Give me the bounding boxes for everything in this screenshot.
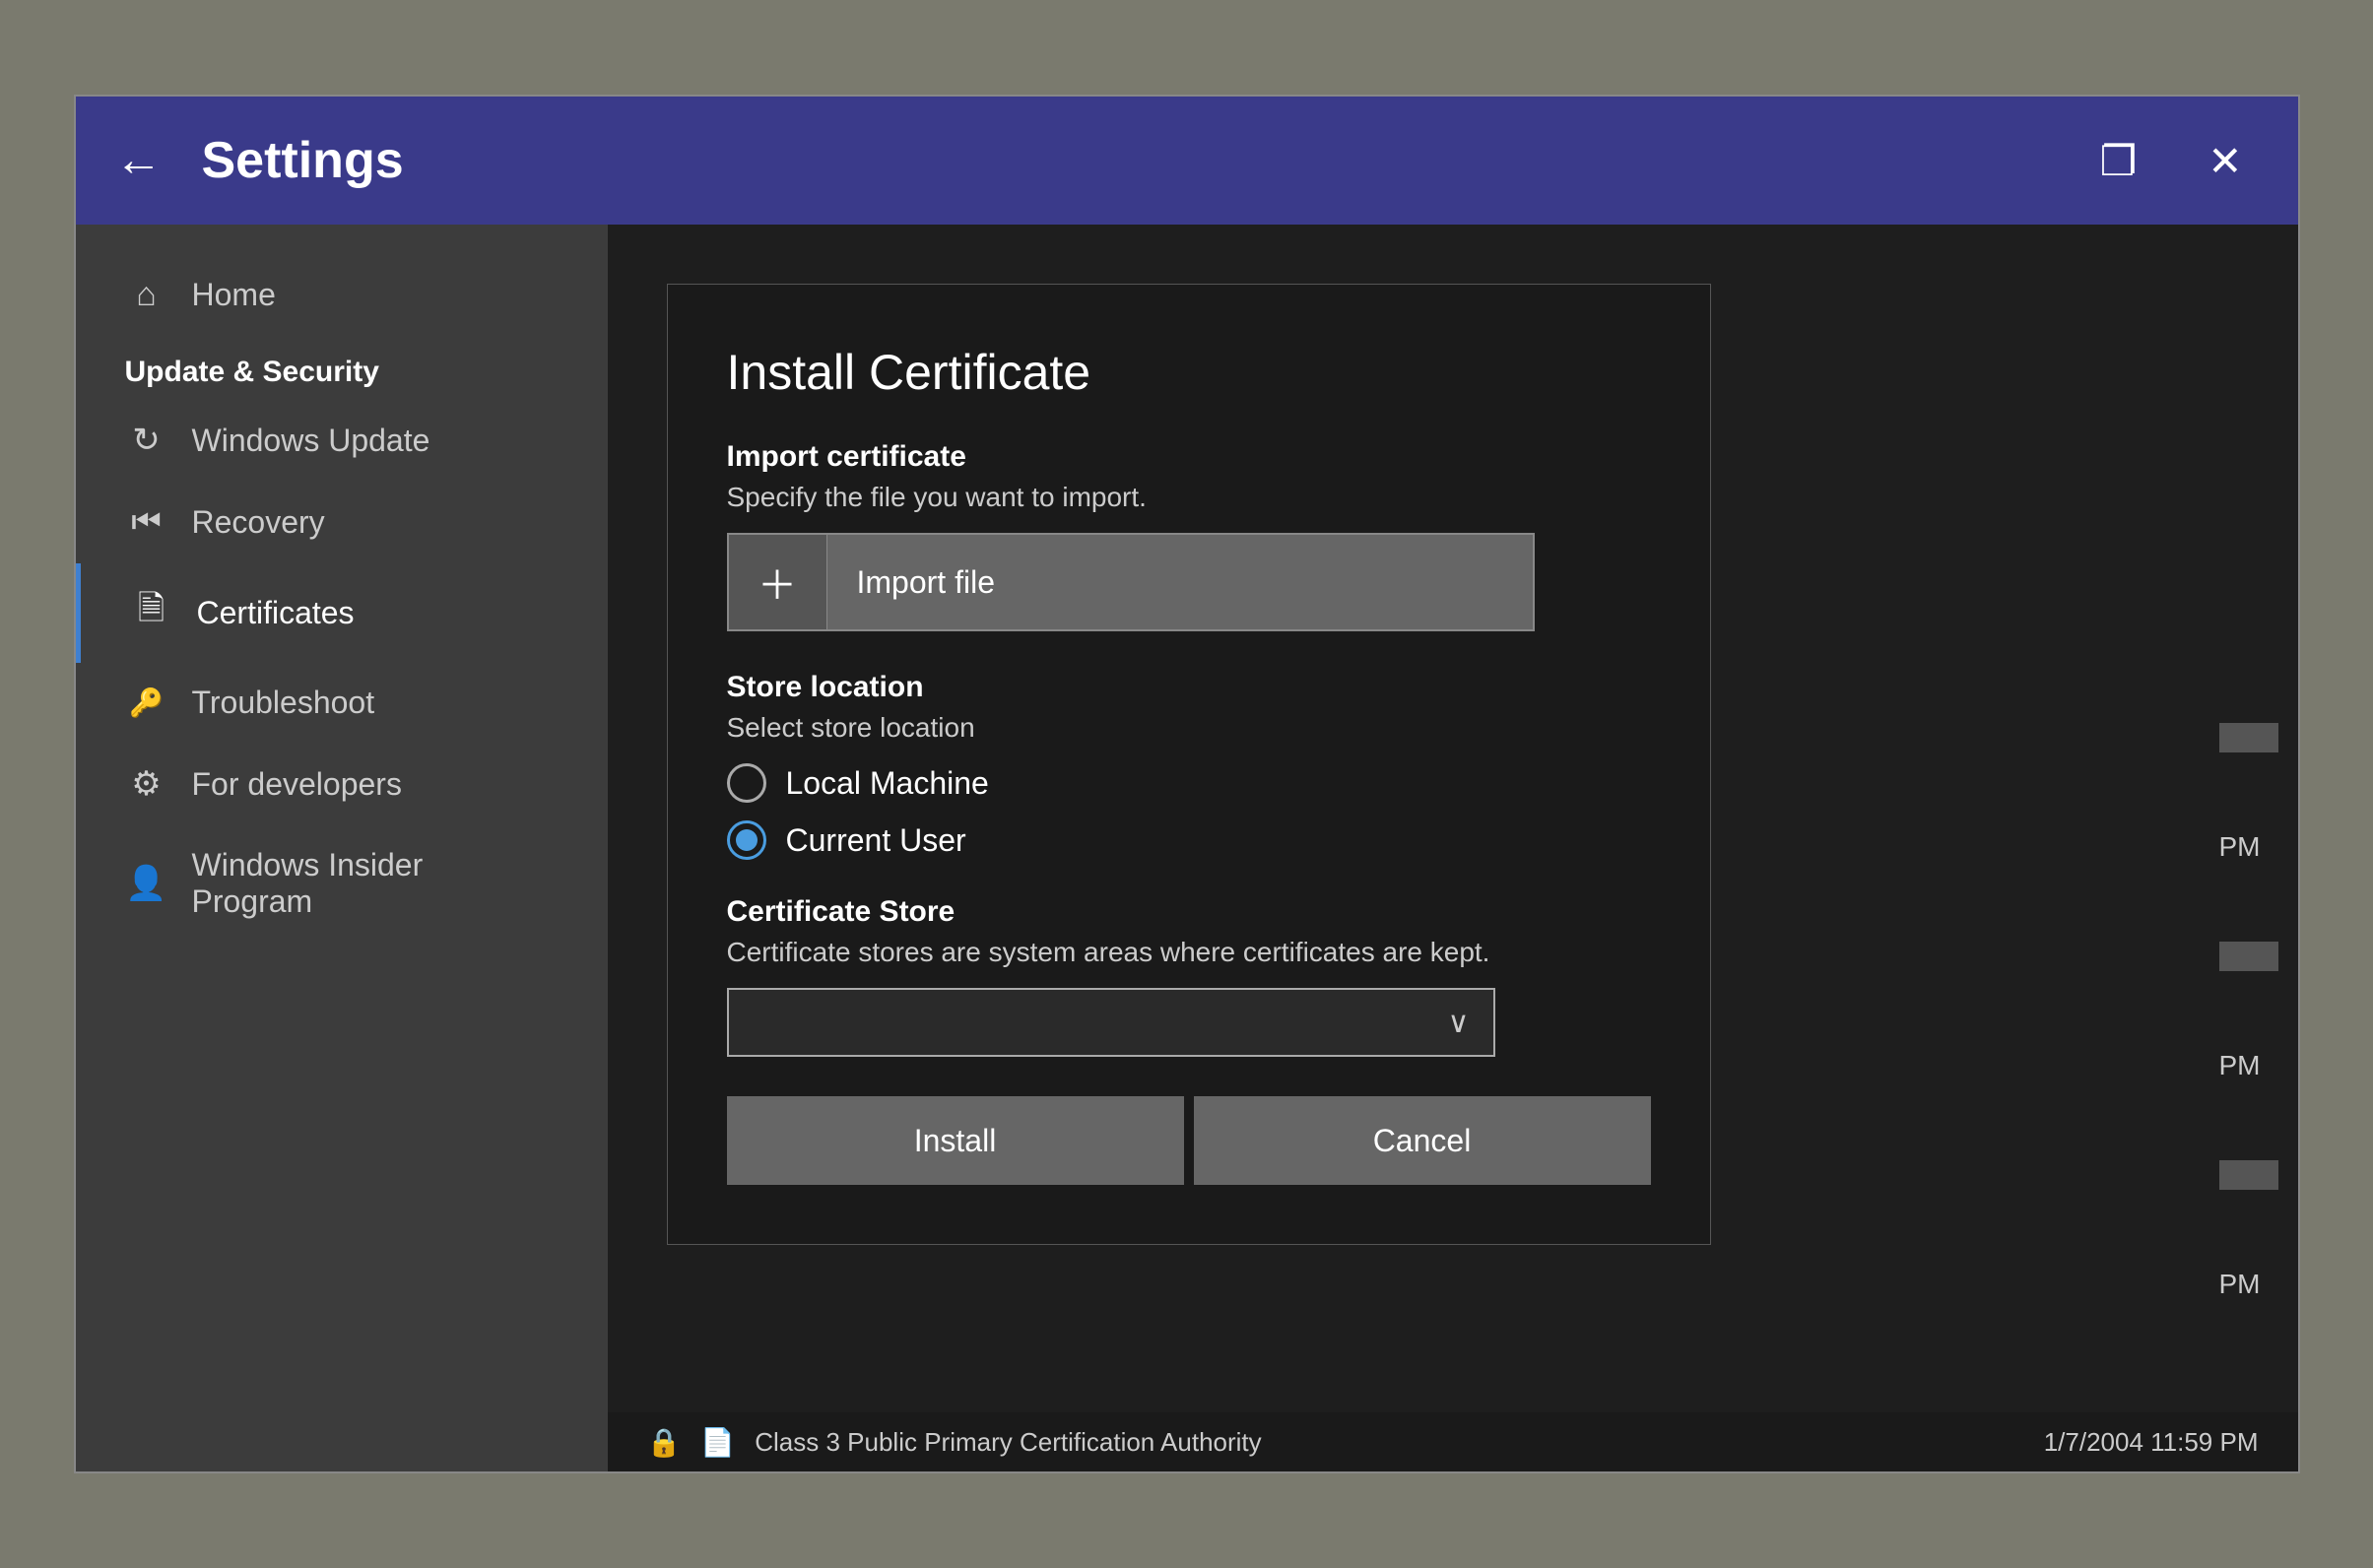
sidebar-item-troubleshoot[interactable]: 🔑 Troubleshoot [76, 663, 608, 743]
import-section-sublabel: Specify the file you want to import. [727, 482, 1651, 513]
windows-insider-icon: 👤 [125, 864, 168, 903]
cert-store-label: Certificate Store [727, 895, 1651, 929]
sidebar-home-label: Home [192, 277, 276, 313]
import-file-button[interactable]: ＋ Import file [727, 533, 1535, 631]
cert-footer: 🔒 📄 Class 3 Public Primary Certification… [608, 1412, 2298, 1471]
sidebar-for-developers-label: For developers [192, 766, 402, 803]
sidebar-certificates-label: Certificates [197, 595, 355, 631]
cert-footer-cert-icon: 📄 [700, 1426, 735, 1459]
install-button[interactable]: Install [727, 1096, 1184, 1185]
sidebar-windows-update-label: Windows Update [192, 423, 430, 459]
store-location-sublabel: Select store location [727, 712, 1651, 744]
sidebar-windows-insider-label: Windows Insider Program [192, 847, 424, 920]
for-developers-icon: ⚙ [125, 764, 168, 804]
import-file-plus-icon: ＋ [729, 535, 827, 629]
current-user-option[interactable]: Current User [727, 820, 1651, 860]
cert-footer-date: 1/7/2004 11:59 PM [2044, 1427, 2259, 1458]
app-window: ← Settings ❐ ✕ ⌂ Home Update & Security … [74, 95, 2300, 1473]
restore-button[interactable]: ❐ [2084, 129, 2153, 193]
certificates-icon: 🗎 [130, 585, 173, 641]
local-machine-radio[interactable] [727, 763, 766, 803]
windows-update-icon: ↻ [125, 421, 168, 460]
sidebar-recovery-label: Recovery [192, 504, 325, 541]
window-title: Settings [202, 131, 2084, 190]
cert-store-sublabel: Certificate stores are system areas wher… [727, 937, 1651, 968]
sidebar-item-windows-insider[interactable]: 👤 Windows Insider Program [76, 825, 608, 942]
sidebar-troubleshoot-label: Troubleshoot [192, 685, 375, 721]
sidebar-item-home[interactable]: ⌂ Home [76, 254, 608, 336]
cert-footer-lock-icon: 🔒 [647, 1426, 682, 1459]
current-user-radio-fill [736, 829, 758, 851]
store-location-section: Store location Select store location Loc… [727, 671, 1651, 860]
main-area: ⌂ Home Update & Security ↻ Windows Updat… [76, 225, 2298, 1471]
cert-store-section: Certificate Store Certificate stores are… [727, 895, 1651, 1057]
recovery-icon: ⏮ [125, 503, 168, 542]
dialog-title: Install Certificate [727, 344, 1651, 401]
dialog-overlay: Install Certificate Import certificate S… [608, 225, 2298, 1471]
local-machine-option[interactable]: Local Machine [727, 763, 1651, 803]
install-certificate-dialog: Install Certificate Import certificate S… [667, 284, 1711, 1245]
content-area: PM PM PM Install Certificate Import cert… [608, 225, 2298, 1471]
titlebar-actions: ❐ ✕ [2084, 129, 2259, 193]
sidebar-item-windows-update[interactable]: ↻ Windows Update [76, 399, 608, 482]
back-button[interactable]: ← [115, 137, 163, 184]
dropdown-chevron-icon: ∨ [1448, 1006, 1470, 1040]
cancel-button[interactable]: Cancel [1194, 1096, 1651, 1185]
cert-store-dropdown[interactable]: ∨ [727, 988, 1495, 1057]
home-icon: ⌂ [125, 276, 168, 314]
dialog-actions: Install Cancel [727, 1096, 1651, 1185]
troubleshoot-icon: 🔑 [125, 686, 168, 719]
close-button[interactable]: ✕ [2192, 129, 2258, 193]
sidebar-section-label: Update & Security [76, 336, 608, 399]
sidebar-item-certificates[interactable]: 🗎 Certificates [76, 563, 608, 663]
import-section-label: Import certificate [727, 440, 1651, 474]
current-user-radio[interactable] [727, 820, 766, 860]
titlebar: ← Settings ❐ ✕ [76, 97, 2298, 225]
sidebar-item-recovery[interactable]: ⏮ Recovery [76, 482, 608, 563]
store-location-label: Store location [727, 671, 1651, 704]
sidebar: ⌂ Home Update & Security ↻ Windows Updat… [76, 225, 608, 1471]
current-user-label: Current User [786, 822, 966, 859]
import-file-label: Import file [827, 564, 1024, 601]
sidebar-item-for-developers[interactable]: ⚙ For developers [76, 743, 608, 825]
cert-footer-name: Class 3 Public Primary Certification Aut… [755, 1427, 1261, 1458]
local-machine-label: Local Machine [786, 765, 989, 802]
